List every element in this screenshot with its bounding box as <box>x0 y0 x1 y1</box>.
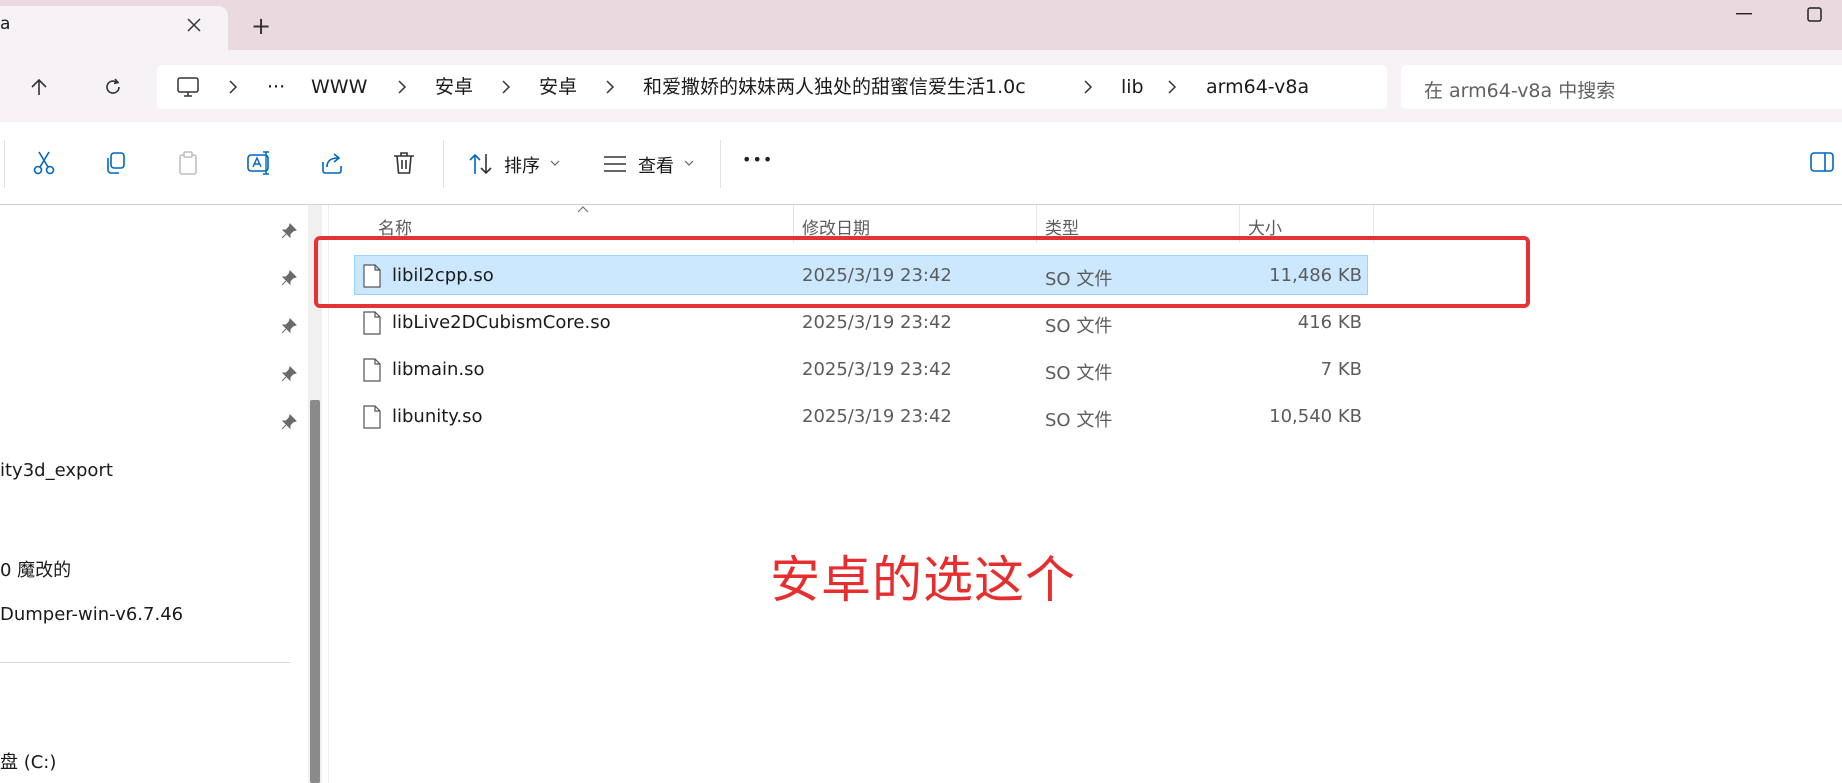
file-size: 416 KB <box>1297 312 1362 333</box>
navigation-pane <box>0 205 300 783</box>
more-options-button[interactable]: ••• <box>742 150 773 169</box>
breadcrumb-overflow[interactable]: ··· <box>267 75 285 99</box>
file-type: SO 文件 <box>1045 410 1113 431</box>
pin-icon[interactable] <box>280 365 298 383</box>
sort-label: 排序 <box>504 156 540 177</box>
toolbar-divider <box>443 140 444 188</box>
breadcrumb-item[interactable]: WWW <box>311 75 367 99</box>
command-bar <box>0 122 1842 205</box>
pin-icon[interactable] <box>280 413 298 431</box>
list-view-icon <box>602 154 628 174</box>
file-type: SO 文件 <box>1045 363 1113 384</box>
sort-ascending-icon <box>576 204 590 214</box>
close-tab-icon[interactable] <box>180 13 208 37</box>
file-icon <box>362 311 382 335</box>
refresh-icon <box>106 78 120 94</box>
file-type: SO 文件 <box>1045 316 1113 337</box>
chevron-right-icon[interactable] <box>226 77 240 97</box>
plus-icon: + <box>250 12 272 40</box>
breadcrumb-item[interactable]: 安卓 <box>435 75 473 99</box>
copy-icon <box>107 152 125 174</box>
scissors-icon <box>33 151 55 175</box>
title-bar <box>0 0 1842 50</box>
sidebar-scrollbar-thumb[interactable] <box>310 400 320 783</box>
file-date: 2025/3/19 23:42 <box>802 359 952 380</box>
pin-icon[interactable] <box>280 222 298 240</box>
toolbar-divider <box>4 140 5 188</box>
chevron-down-icon <box>550 160 560 166</box>
minimize-icon <box>1736 13 1752 15</box>
sidebar-item-drive-c[interactable]: 盘 (C:) <box>0 748 56 774</box>
delete-button[interactable] <box>389 148 419 178</box>
share-icon <box>322 153 342 174</box>
share-button[interactable] <box>317 148 347 178</box>
annotation-highlight-box <box>314 236 1530 308</box>
rename-icon <box>247 151 269 175</box>
trash-icon <box>394 152 414 174</box>
this-pc-icon[interactable] <box>176 75 200 99</box>
breadcrumb-item[interactable]: lib <box>1121 75 1144 99</box>
chevron-right-icon[interactable] <box>395 77 409 97</box>
sort-button[interactable]: 排序 <box>466 140 566 188</box>
toolbar-divider <box>720 140 721 188</box>
arrow-up-icon <box>31 78 47 95</box>
refresh-button[interactable] <box>98 72 128 102</box>
file-name[interactable]: libLive2DCubismCore.so <box>392 312 611 333</box>
chevron-right-icon[interactable] <box>1081 77 1095 97</box>
pin-icon[interactable] <box>280 269 298 287</box>
view-label: 查看 <box>638 156 674 177</box>
search-placeholder: 在 arm64-v8a 中搜索 <box>1424 80 1616 102</box>
details-pane-icon <box>1810 152 1834 172</box>
copy-button[interactable] <box>101 148 131 178</box>
maximize-icon <box>1806 6 1822 22</box>
chevron-right-icon[interactable] <box>603 77 617 97</box>
file-name[interactable]: libmain.so <box>392 359 485 380</box>
file-icon <box>362 405 382 429</box>
breadcrumb-item[interactable]: 安卓 <box>539 75 577 99</box>
paste-button[interactable] <box>173 148 203 178</box>
file-icon <box>362 358 382 382</box>
breadcrumb-item-current[interactable]: arm64-v8a <box>1206 75 1309 99</box>
new-tab-button[interactable]: + <box>246 13 276 39</box>
file-size: 7 KB <box>1320 359 1362 380</box>
cut-button[interactable] <box>29 148 59 178</box>
rename-button[interactable] <box>245 148 275 178</box>
sidebar-item-dumper[interactable]: Dumper-win-v6.7.46 <box>0 604 183 625</box>
sidebar-item-modded[interactable]: 0 魔改的 <box>0 556 71 582</box>
up-button[interactable] <box>24 72 54 102</box>
chevron-right-icon[interactable] <box>499 77 513 97</box>
chevron-right-icon[interactable] <box>1165 77 1179 97</box>
details-pane-button[interactable] <box>1808 148 1836 176</box>
annotation-text: 安卓的选这个 <box>770 551 1076 609</box>
file-date: 2025/3/19 23:42 <box>802 312 952 333</box>
file-size: 10,540 KB <box>1269 406 1362 427</box>
clipboard-icon <box>179 151 197 175</box>
sidebar-divider <box>0 662 291 663</box>
chevron-down-icon <box>684 160 694 166</box>
tab-title: a <box>0 14 11 34</box>
pin-icon[interactable] <box>280 317 298 335</box>
file-name[interactable]: libunity.so <box>392 406 483 427</box>
file-date: 2025/3/19 23:42 <box>802 406 952 427</box>
sort-icon <box>468 152 494 176</box>
minimize-button[interactable] <box>1726 2 1762 26</box>
view-button[interactable]: 查看 <box>600 140 700 188</box>
sidebar-item-unity3d-export[interactable]: ity3d_export <box>0 460 113 481</box>
maximize-button[interactable] <box>1796 2 1832 26</box>
breadcrumb-item[interactable]: 和爱撒娇的妹妹两人独处的甜蜜信爱生活1.0c <box>643 75 1026 99</box>
